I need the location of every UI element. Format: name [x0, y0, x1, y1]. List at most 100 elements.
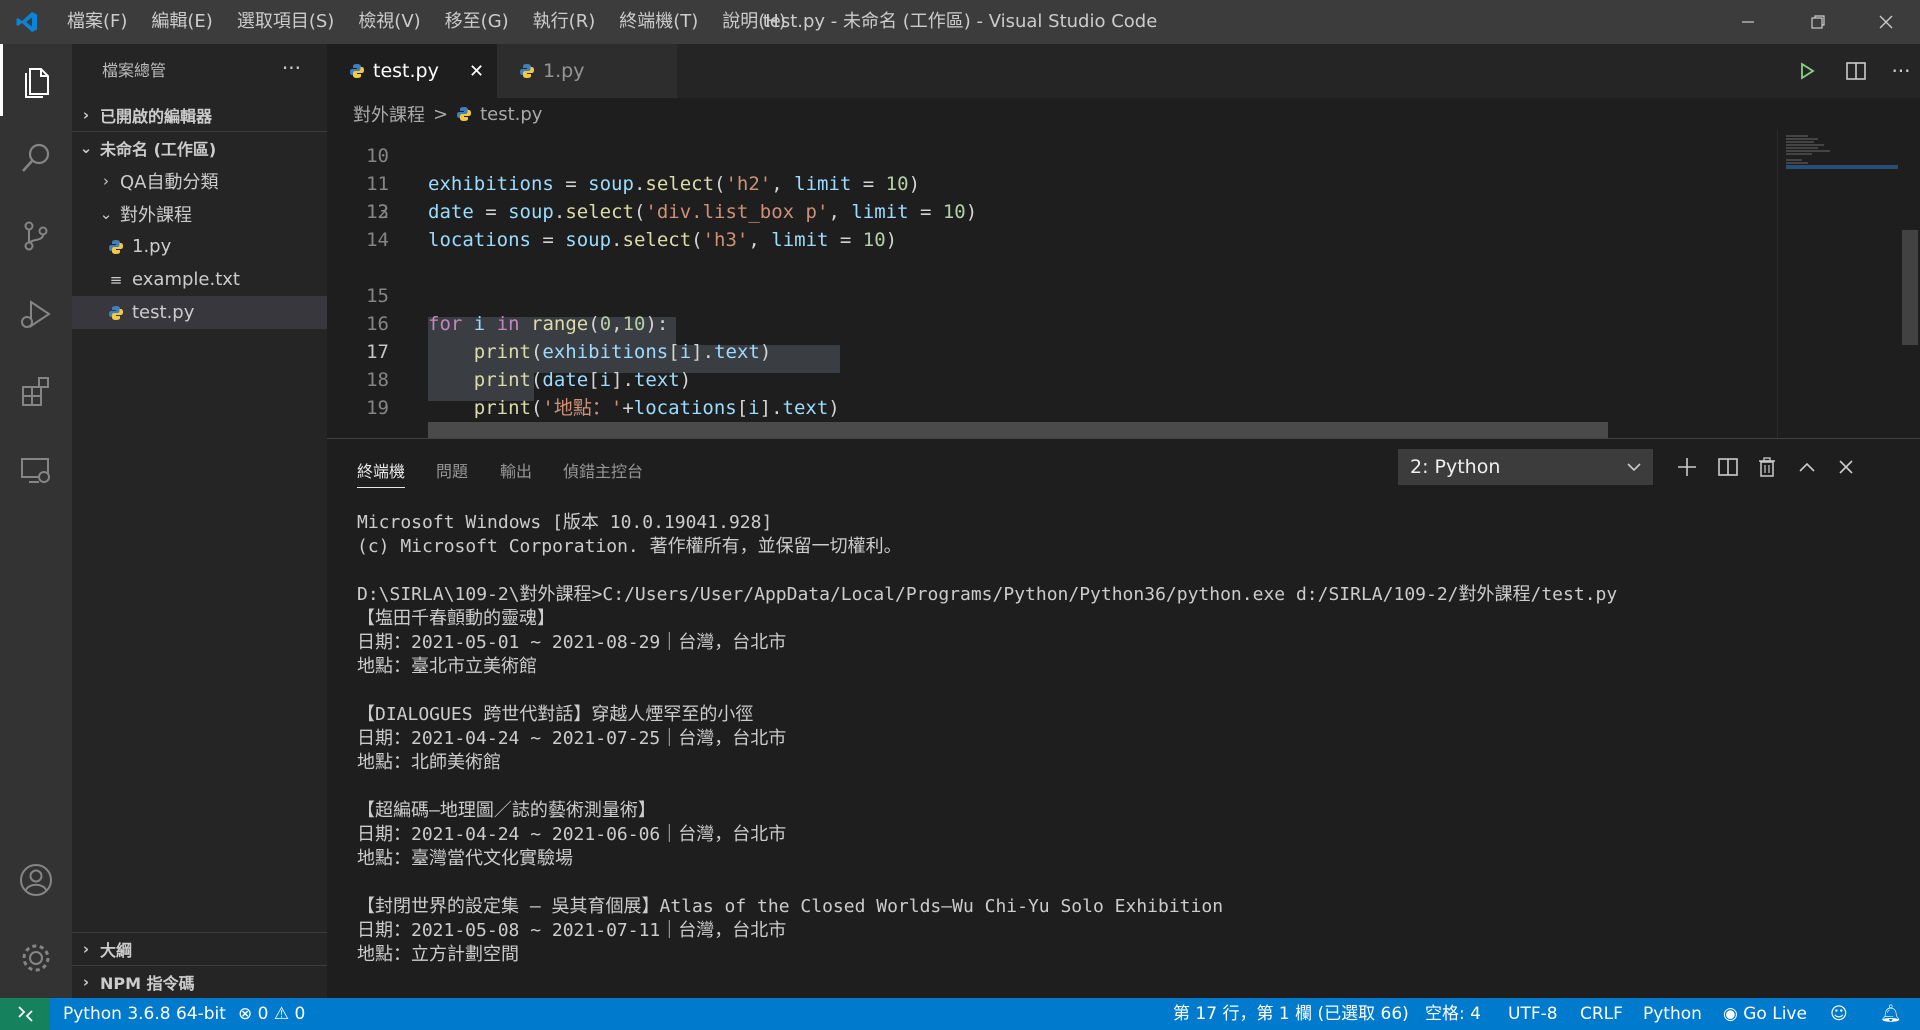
error-count: 0	[257, 1004, 269, 1024]
run-debug-button[interactable]	[0, 278, 72, 350]
tab-output[interactable]: 輸出	[500, 457, 532, 487]
run-python-file-button[interactable]	[1785, 44, 1829, 98]
account-icon	[20, 864, 52, 896]
tab-problems[interactable]: 問題	[436, 457, 468, 487]
terminal-line: 日期：2021-05-08 ~ 2021-07-11｜台灣，台北市	[357, 920, 787, 941]
terminal-output[interactable]: Microsoft Windows [版本 10.0.19041.928] (c…	[357, 511, 1897, 967]
python-interpreter[interactable]: Python 3.6.8 64-bit	[63, 998, 226, 1030]
file-1py[interactable]: 1.py	[72, 230, 327, 263]
error-icon: ⊗	[238, 1004, 253, 1024]
more-actions-icon[interactable]: ···	[1879, 44, 1920, 98]
terminal-line: 日期：2021-04-24 ~ 2021-06-06｜台灣，台北市	[357, 824, 787, 845]
chevron-right-icon: ›	[103, 171, 109, 190]
extensions-button[interactable]	[0, 356, 72, 428]
explorer-button[interactable]	[0, 44, 72, 116]
editor-tabs: test.py ✕ 1.py ···	[327, 44, 1920, 98]
menu-view[interactable]: 檢視(V)	[346, 0, 432, 44]
close-panel-button[interactable]	[1826, 449, 1866, 485]
menu-file[interactable]: 檔案(F)	[55, 0, 139, 44]
vertical-scrollbar[interactable]	[1900, 130, 1920, 438]
scroll-thumb[interactable]	[1902, 230, 1918, 345]
tab-debug-console[interactable]: 偵錯主控台	[563, 457, 643, 487]
open-editors-section[interactable]: › 已開啟的編輯器	[72, 98, 327, 131]
folder-qa[interactable]: › QA自動分類	[72, 164, 327, 197]
tab-1-py[interactable]: 1.py	[497, 44, 677, 98]
problems-indicator[interactable]: ⊗ 0 ⚠ 0	[238, 998, 305, 1030]
maximize-panel-button[interactable]	[1787, 449, 1827, 485]
menu-terminal[interactable]: 終端機(T)	[607, 0, 710, 44]
notifications-bell-icon[interactable]: 🔔︎	[1880, 998, 1902, 1030]
split-terminal-button[interactable]	[1708, 449, 1748, 485]
code-editor[interactable]: 10 exhibitions = soup.select('h2', limit…	[327, 130, 1777, 438]
menu-go[interactable]: 移至(G)	[433, 0, 521, 44]
close-tab-icon[interactable]: ✕	[469, 61, 484, 82]
feedback-icon[interactable]: ☺	[1830, 998, 1848, 1030]
workspace-label: 未命名 (工作區)	[100, 140, 217, 159]
terminal-select[interactable]: 2: Python	[1398, 449, 1653, 485]
go-live-button[interactable]: ◉ Go Live	[1723, 998, 1807, 1030]
chevron-right-icon: ›	[82, 105, 90, 124]
file-example-txt[interactable]: ≡ example.txt	[72, 263, 327, 296]
horizontal-scrollbar[interactable]	[428, 422, 1608, 438]
minimap[interactable]	[1777, 130, 1901, 438]
vscode-logo-icon	[16, 12, 37, 32]
trash-icon	[1759, 457, 1775, 477]
source-control-icon	[24, 221, 48, 251]
folder-courses[interactable]: ⌄ 對外課程	[72, 197, 327, 230]
code-line: 19 print()	[366, 397, 554, 438]
search-button[interactable]	[0, 122, 72, 194]
chevron-down-icon: ⌄	[79, 139, 93, 157]
warning-icon: ⚠	[273, 1004, 290, 1024]
menu-selection[interactable]: 選取項目(S)	[225, 0, 346, 44]
tab-test-py[interactable]: test.py ✕	[327, 44, 497, 98]
encoding[interactable]: UTF-8	[1508, 998, 1558, 1030]
close-window-button[interactable]	[1858, 0, 1914, 44]
chevron-down-icon: ⌄	[99, 204, 113, 223]
outline-section[interactable]: › 大綱	[72, 932, 327, 965]
search-icon	[22, 143, 50, 172]
manage-button[interactable]	[0, 922, 72, 994]
code-line: 18 print('地點：'+locations[i].text)	[366, 369, 840, 419]
restore-button[interactable]	[1790, 0, 1846, 44]
terminal-line: 地點：臺灣當代文化實驗場	[357, 848, 573, 869]
remote-explorer-button[interactable]	[0, 434, 72, 506]
terminal-line: D:\SIRLA\109-2\對外課程>C:/Users/User/AppDat…	[357, 584, 1618, 605]
terminal-line: 【塩田千春顫動的靈魂】	[357, 608, 555, 629]
menu-bar: 檔案(F) 編輯(E) 選取項目(S) 檢視(V) 移至(G) 執行(R) 終端…	[55, 0, 798, 44]
file-label: example.txt	[132, 269, 240, 290]
minimize-button[interactable]	[1720, 0, 1776, 44]
end-of-line[interactable]: CRLF	[1580, 998, 1623, 1030]
files-icon	[24, 68, 49, 98]
terminal-line: 【封閉世界的設定集 — 吳其育個展】Atlas of the Closed Wo…	[357, 896, 1224, 917]
menu-help[interactable]: 說明(H)	[710, 0, 798, 44]
tab-terminal[interactable]: 終端機	[357, 457, 406, 488]
run-debug-icon	[21, 300, 51, 328]
breadcrumb-file[interactable]: test.py	[480, 104, 542, 125]
file-test-py[interactable]: test.py	[72, 296, 327, 329]
indentation[interactable]: 空格: 4	[1425, 998, 1481, 1030]
explorer-more-actions[interactable]: ···	[282, 56, 301, 80]
chevron-right-icon: ›	[82, 940, 90, 958]
terminal-line: 地點：臺北市立美術館	[357, 656, 537, 677]
python-file-icon	[109, 305, 123, 320]
cursor-position[interactable]: 第 17 行，第 1 欄 (已選取 66)	[1173, 998, 1409, 1030]
workspace-section[interactable]: ⌄ 未命名 (工作區)	[72, 131, 327, 164]
extensions-icon	[22, 377, 49, 406]
title-bar: 檔案(F) 編輯(E) 選取項目(S) 檢視(V) 移至(G) 執行(R) 終端…	[0, 0, 1920, 44]
menu-edit[interactable]: 編輯(E)	[139, 0, 224, 44]
new-terminal-button[interactable]	[1667, 449, 1707, 485]
split-editor-button[interactable]	[1834, 44, 1878, 98]
remote-indicator[interactable]	[0, 998, 50, 1030]
menu-run[interactable]: 執行(R)	[521, 0, 608, 44]
kill-terminal-button[interactable]	[1747, 449, 1787, 485]
status-bar: Python 3.6.8 64-bit ⊗ 0 ⚠ 0 第 17 行，第 1 欄…	[0, 998, 1920, 1030]
accounts-button[interactable]	[0, 844, 72, 916]
breadcrumb-folder[interactable]: 對外課程	[353, 101, 425, 127]
source-control-button[interactable]	[0, 200, 72, 272]
npm-scripts-section[interactable]: › NPM 指令碼	[72, 965, 327, 998]
language-mode[interactable]: Python	[1643, 998, 1702, 1030]
text-file-icon: ≡	[109, 270, 123, 289]
terminal-line: 日期：2021-04-24 ~ 2021-07-25｜台灣，台北市	[357, 728, 787, 749]
